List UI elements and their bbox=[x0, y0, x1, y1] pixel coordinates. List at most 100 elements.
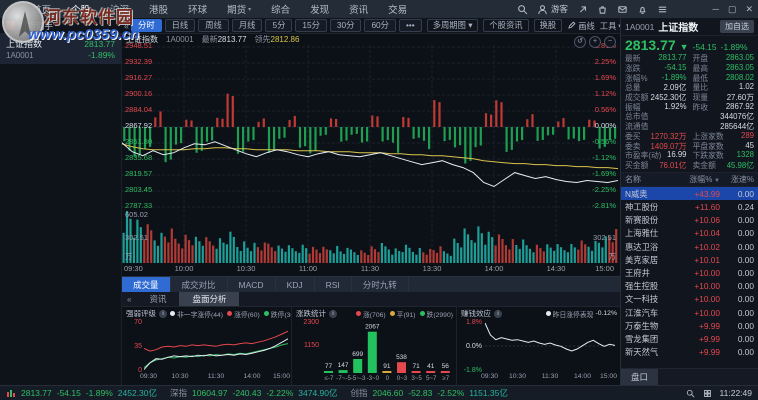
mail-icon[interactable] bbox=[617, 4, 628, 15]
status-index-group[interactable]: 2813.77-54.15-1.89%2452.30亿 bbox=[6, 387, 157, 399]
quote-change-pct: -1.89% bbox=[721, 42, 748, 52]
tab-order-book[interactable]: 盘口 bbox=[621, 369, 658, 385]
indicator-tab-5[interactable]: 分时九转 bbox=[352, 277, 409, 292]
period-tab-0[interactable]: 分时 bbox=[131, 19, 162, 32]
table-header-0[interactable]: 名称 bbox=[625, 174, 680, 185]
tool-icon bbox=[6, 21, 15, 30]
share-icon[interactable] bbox=[577, 4, 588, 15]
legend-item: 涨停(60) bbox=[227, 309, 260, 319]
stock-speed: 0.00 bbox=[720, 334, 754, 344]
table-row[interactable]: 美克家居+10.010.00 bbox=[621, 253, 758, 266]
analysis-tab-0[interactable]: 资讯 bbox=[136, 292, 179, 306]
zoom-out-icon[interactable]: − bbox=[604, 36, 616, 48]
stock-news-button[interactable]: 个股资讯 bbox=[483, 19, 528, 32]
table-row[interactable]: 惠达卫浴+10.020.00 bbox=[621, 240, 758, 253]
draw-line-button[interactable]: 画线 bbox=[567, 20, 595, 32]
watchlist-sidebar: 上证指数 2813.77 1A0001 -1.89% bbox=[0, 34, 122, 385]
menu-item-trade[interactable]: 交易 bbox=[378, 0, 417, 18]
menu-item-stocks[interactable]: 个股 bbox=[61, 0, 100, 18]
menu-item-global[interactable]: 环球 bbox=[178, 0, 217, 18]
table-header-2[interactable]: 涨速% bbox=[720, 174, 754, 185]
period-tab-7[interactable]: 60分 bbox=[364, 19, 396, 32]
period-tab-2[interactable]: 周线 bbox=[198, 19, 229, 32]
indicator-tab-2[interactable]: MACD bbox=[228, 277, 276, 292]
pct-axis-label: -2.25% bbox=[592, 185, 616, 194]
minimize-button[interactable]: ─ bbox=[713, 4, 719, 14]
collapse-left-icon[interactable]: « bbox=[122, 21, 131, 31]
status-value: 10604.97 bbox=[192, 388, 227, 398]
period-tab-5[interactable]: 15分 bbox=[295, 19, 327, 32]
table-row[interactable]: 文一科技+10.000.00 bbox=[621, 293, 758, 306]
collapse-icon[interactable]: « bbox=[122, 295, 136, 304]
period-tab-1[interactable]: 日线 bbox=[165, 19, 196, 32]
maximize-button[interactable]: ▢ bbox=[728, 4, 737, 15]
status-value: -52.83 bbox=[408, 388, 432, 398]
watchlist-item[interactable]: 上证指数 2813.77 1A0001 -1.89% bbox=[0, 34, 121, 64]
list-icon[interactable] bbox=[657, 4, 668, 15]
menu-item-hk[interactable]: 港股 bbox=[139, 0, 178, 18]
status-value: 3474.90亿 bbox=[298, 387, 337, 399]
legend-item: 昨日涨停表现-0.12% bbox=[546, 309, 617, 319]
bell-icon[interactable] bbox=[637, 4, 648, 15]
info-icon[interactable]: i bbox=[494, 310, 502, 318]
undo-icon[interactable]: ↺ bbox=[574, 36, 586, 48]
add-watchlist-button[interactable]: 加自选 bbox=[720, 20, 754, 33]
indicator-tab-3[interactable]: KDJ bbox=[276, 277, 315, 292]
period-tab-8[interactable]: ••• bbox=[399, 19, 422, 32]
status-value: -2.52% bbox=[437, 388, 464, 398]
analysis-tab-1[interactable]: 盘面分析 bbox=[179, 292, 239, 306]
stock-change: +43.99 bbox=[680, 189, 720, 199]
menu-item-hushen[interactable]: 沪深 bbox=[100, 0, 139, 18]
status-index-group[interactable]: 深指10604.97-240.43-2.22%3474.90亿 bbox=[170, 387, 337, 399]
menu-item-discover[interactable]: 发现 bbox=[300, 0, 339, 18]
multi-period-button[interactable]: 多周期图 ▾ bbox=[427, 19, 479, 32]
table-row[interactable]: 江淮汽车+10.000.00 bbox=[621, 306, 758, 319]
menu-item-composite[interactable]: 综合 bbox=[261, 0, 300, 18]
stock-change: +10.00 bbox=[680, 308, 720, 318]
switch-stock-button[interactable]: 换股 bbox=[534, 19, 563, 32]
menu-item-futures[interactable]: 期货▾ bbox=[217, 0, 261, 18]
volume-chart[interactable] bbox=[122, 209, 618, 263]
table-row[interactable]: 新天然气+9.990.00 bbox=[621, 346, 758, 359]
info-icon[interactable]: i bbox=[159, 310, 167, 318]
close-button[interactable]: ✕ bbox=[745, 4, 753, 15]
period-tab-6[interactable]: 30分 bbox=[330, 19, 362, 32]
table-row[interactable]: 神工股份+11.600.24 bbox=[621, 200, 758, 213]
period-tab-4[interactable]: 5分 bbox=[265, 19, 292, 32]
indicator-tab-0[interactable]: 成交量 bbox=[122, 277, 171, 292]
chart-info-line: 上证指数 1A0001 最新2813.77 领先2812.86 bbox=[122, 34, 620, 45]
table-row[interactable]: 万泰生物+9.990.00 bbox=[621, 319, 758, 332]
table-row[interactable]: 上海雅仕+10.040.00 bbox=[621, 227, 758, 240]
zoom-in-icon[interactable]: + bbox=[589, 36, 601, 48]
price-chart[interactable] bbox=[122, 45, 618, 209]
status-index-group[interactable]: 创指2046.60-52.83-2.52%1151.35亿 bbox=[351, 387, 508, 399]
user-account[interactable]: 游客 bbox=[537, 3, 568, 15]
indicator-tab-4[interactable]: RSI bbox=[315, 277, 352, 292]
menu-item-home[interactable]: 首页 bbox=[22, 0, 61, 18]
indicator-tab-1[interactable]: 成交对比 bbox=[171, 277, 228, 292]
table-row[interactable]: 王府井+10.000.00 bbox=[621, 266, 758, 279]
stock-name: 美克家居 bbox=[625, 254, 680, 266]
store-icon[interactable] bbox=[597, 4, 608, 15]
table-row[interactable]: 强生控股+10.000.00 bbox=[621, 280, 758, 293]
table-header-1[interactable]: 涨幅% ▼ bbox=[680, 174, 720, 185]
search-icon[interactable] bbox=[686, 389, 695, 398]
grid-icon[interactable] bbox=[703, 389, 712, 398]
chart-last: 最新2813.77 bbox=[202, 34, 247, 45]
table-row[interactable]: N威奥+43.990.00 bbox=[621, 187, 758, 200]
bucket-label: ≥7 bbox=[434, 375, 458, 382]
period-tab-3[interactable]: 月线 bbox=[232, 19, 263, 32]
time-axis: 09:3010:0010:3011:0011:3013:3014:0014:30… bbox=[122, 263, 618, 276]
table-row[interactable]: 雪龙集团+9.990.00 bbox=[621, 332, 758, 345]
status-value: -1.89% bbox=[86, 388, 113, 398]
table-row[interactable]: 新赛股份+10.060.00 bbox=[621, 214, 758, 227]
price-axis-label: 2932.39 bbox=[125, 57, 152, 66]
info-icon[interactable]: i bbox=[329, 310, 337, 318]
time-axis-label: 10:30 bbox=[168, 373, 192, 380]
tool-label: 打板助手 bbox=[19, 20, 53, 32]
quote-panel: 1A0001 上证指数 加自选 2813.77 ▼ -54.15 -1.89% … bbox=[620, 18, 758, 385]
sidebar-tool-header[interactable]: 打板助手 bbox=[0, 20, 122, 32]
axis-tick: 1150 bbox=[294, 342, 319, 350]
search-icon[interactable] bbox=[517, 4, 528, 15]
menu-item-news[interactable]: 资讯 bbox=[339, 0, 378, 18]
